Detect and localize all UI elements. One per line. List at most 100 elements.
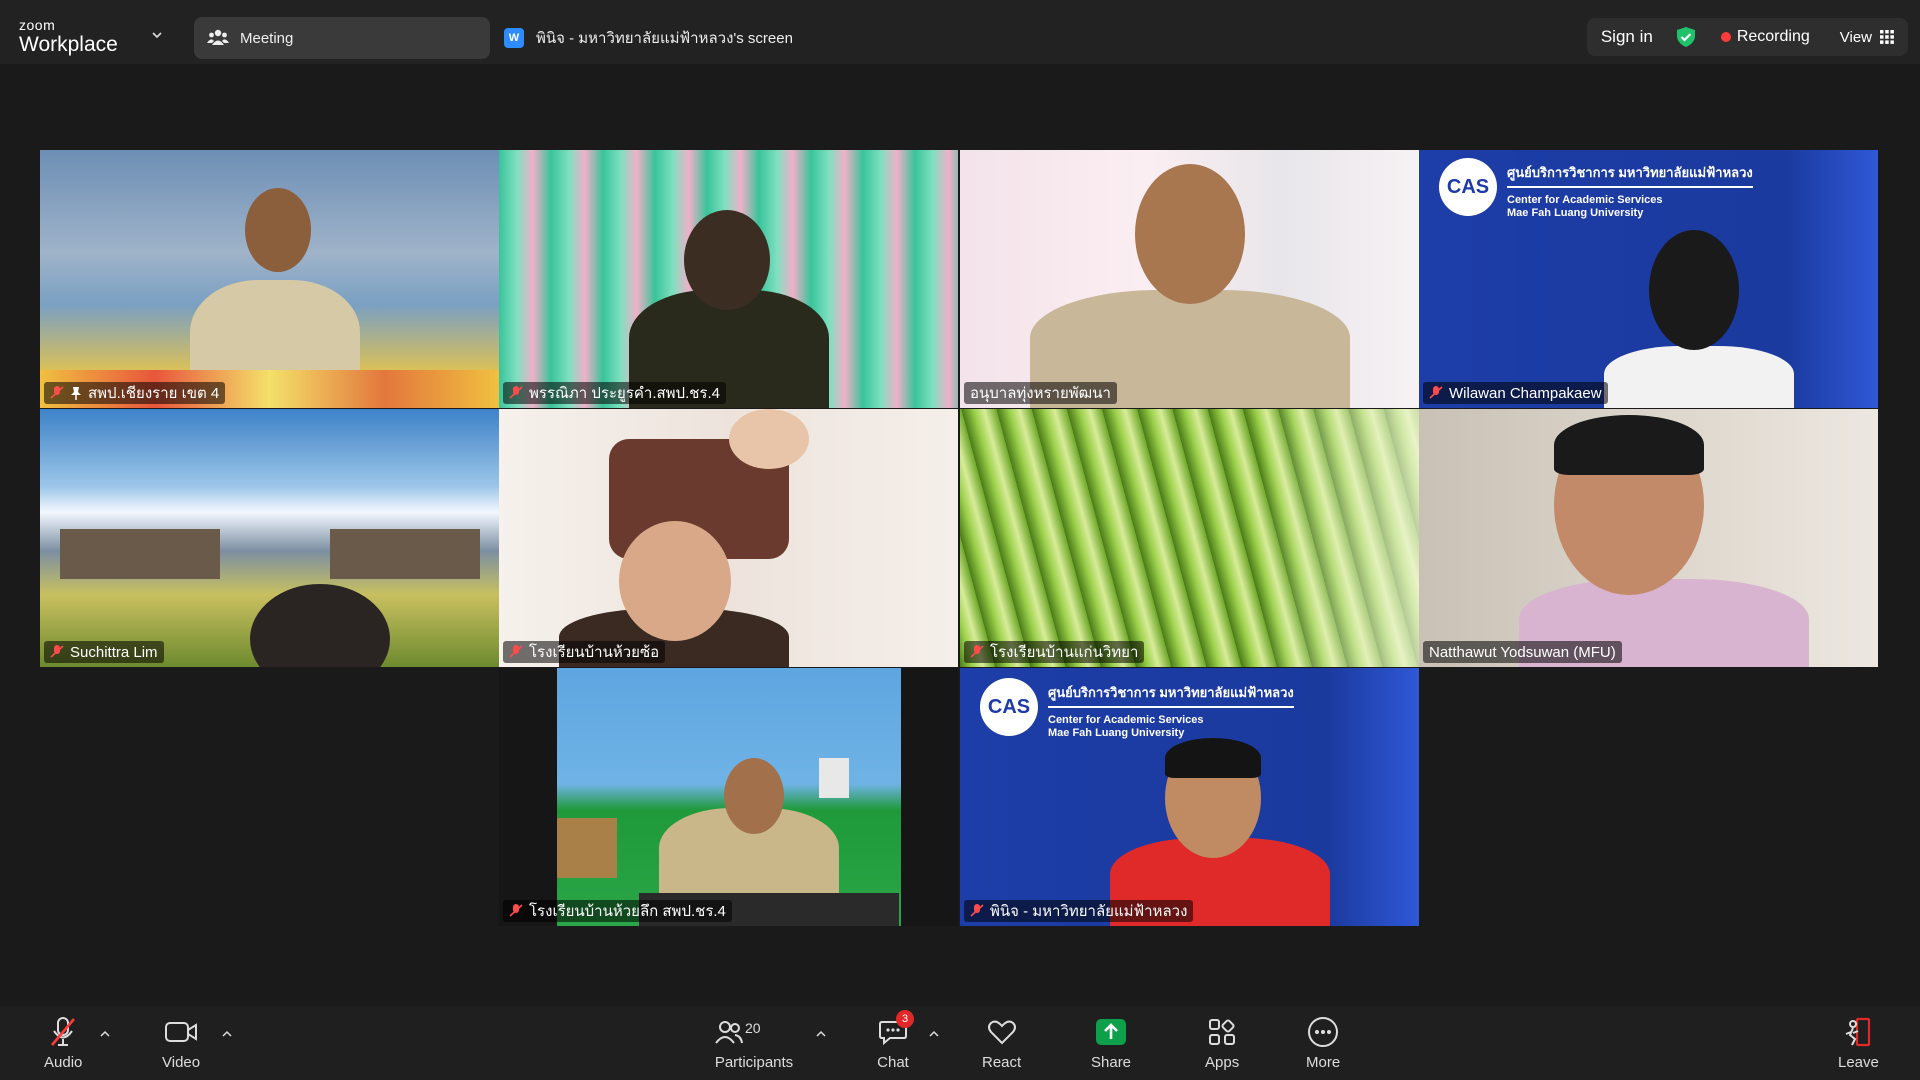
react-button[interactable]: React [982, 1016, 1021, 1071]
heart-icon [987, 1020, 1016, 1045]
participant-name: อนุบาลทุ่งหรายพัฒนา [970, 385, 1111, 402]
share-title: พินิจ - มหาวิทยาลัยแม่ฟ้าหลวง's screen [536, 30, 793, 47]
mic-muted-icon [509, 645, 523, 658]
recording-label: Recording [1736, 28, 1810, 45]
cas-logo: CAS [980, 678, 1038, 736]
top-right-controls: Sign in Recording View [1586, 18, 1908, 56]
audio-button[interactable]: Audio [44, 1016, 82, 1071]
mic-muted-icon [970, 904, 984, 917]
video-tile[interactable]: โรงเรียนบ้านห้วยลึก สพป.ชร.4 [499, 668, 958, 926]
person-head [724, 758, 784, 834]
participants-icon [715, 1021, 743, 1044]
camera-icon [165, 1022, 198, 1042]
building-right [330, 529, 480, 579]
chevron-up-icon[interactable] [929, 1030, 939, 1038]
participant-name-tag: โรงเรียนบ้านห้วยซ้อ [503, 641, 666, 663]
more-button[interactable]: More [1306, 1016, 1340, 1071]
participant-name: พินิจ - มหาวิทยาลัยแม่ฟ้าหลวง [990, 903, 1188, 920]
zoom-brand: zoom Workplace [19, 18, 118, 55]
sign-in-button[interactable]: Sign in [1601, 27, 1653, 47]
participant-name: Natthawut Yodsuwan (MFU) [1429, 643, 1616, 661]
meeting-toolbar: Audio Video 20 Participants 3 Chat React… [0, 1006, 1920, 1080]
top-bar: zoom Workplace Meeting W พินิจ - มหาวิทย… [0, 0, 1920, 64]
participant-name: โรงเรียนบ้านแก่นวิทยา [990, 644, 1139, 661]
share-button[interactable]: Share [1091, 1016, 1131, 1071]
cas-line1: Center for Academic Services [1048, 714, 1204, 726]
person-hair [1554, 415, 1704, 475]
recording-indicator[interactable]: Recording [1720, 28, 1810, 46]
mic-muted-icon [970, 645, 984, 658]
brand-small: zoom [19, 17, 56, 33]
video-button[interactable]: Video [162, 1016, 200, 1071]
mic-muted-icon [509, 904, 523, 917]
participant-name: โรงเรียนบ้านห้วยซ้อ [529, 644, 660, 661]
participant-name-tag: พรรณิภา ประยูรคำ.สพป.ชร.4 [503, 382, 726, 404]
participants-icon [207, 29, 229, 45]
shield-check-icon[interactable] [1675, 26, 1697, 48]
video-tile[interactable]: โรงเรียนบ้านแก่นวิทยา [960, 409, 1419, 667]
person-head [619, 521, 731, 641]
pin-icon [71, 387, 81, 400]
apps-label: Apps [1205, 1054, 1240, 1071]
video-label: Video [162, 1054, 201, 1071]
wall-box [819, 758, 849, 798]
chevron-up-icon[interactable] [816, 1030, 826, 1038]
view-button[interactable]: View [1840, 29, 1894, 46]
participant-name: Suchittra Lim [70, 643, 158, 661]
participant-name-tag: สพป.เชียงราย เขต 4 [44, 382, 226, 404]
share-label: Share [1091, 1054, 1132, 1071]
leave-button[interactable]: Leave [1838, 1016, 1879, 1071]
chat-button[interactable]: 3 Chat [876, 1010, 914, 1071]
more-icon [1308, 1017, 1339, 1047]
cas-line2: Mae Fah Luang University [1507, 207, 1644, 219]
more-label: More [1306, 1054, 1341, 1071]
participants-button[interactable]: 20 Participants [715, 1016, 795, 1071]
person-hair [1165, 738, 1261, 778]
participants-count: 20 [745, 1020, 761, 1036]
person-body [1604, 346, 1794, 408]
participant-name: โรงเรียนบ้านห้วยลึก สพป.ชร.4 [529, 903, 726, 920]
video-tile[interactable]: CAS ศูนย์บริการวิชาการ มหาวิทยาลัยแม่ฟ้า… [960, 668, 1419, 926]
chevron-up-icon[interactable] [100, 1030, 110, 1038]
mic-muted-icon [51, 1017, 76, 1046]
video-tile[interactable]: อนุบาลทุ่งหรายพัฒนา [960, 150, 1419, 408]
screen-share-tab[interactable]: W พินิจ - มหาวิทยาลัยแม่ฟ้าหลวง's screen [504, 26, 793, 50]
audio-label: Audio [44, 1054, 83, 1071]
chevron-up-icon[interactable] [222, 1030, 232, 1038]
apps-button[interactable]: Apps [1205, 1016, 1239, 1071]
person-head [1649, 230, 1739, 350]
video-tile[interactable]: Suchittra Lim [40, 409, 499, 667]
participants-label: Participants [714, 1054, 794, 1071]
mic-muted-icon [50, 386, 64, 399]
mic-muted-icon [50, 645, 64, 658]
view-label: View [1839, 28, 1872, 46]
apps-icon [1209, 1019, 1236, 1045]
light-glow [1260, 409, 1419, 667]
react-label: React [982, 1054, 1022, 1071]
participant-name-tag: Wilawan Champakaew [1423, 382, 1608, 404]
participant-name-tag: โรงเรียนบ้านห้วยลึก สพป.ชร.4 [503, 900, 732, 922]
video-tile[interactable]: โรงเรียนบ้านห้วยซ้อ [499, 409, 958, 667]
share-arrow-icon [1096, 1019, 1127, 1045]
grid-icon [1880, 30, 1894, 44]
meeting-label: Meeting [240, 29, 294, 47]
video-tile[interactable]: สพป.เชียงราย เขต 4 [40, 150, 499, 408]
person-head [684, 210, 770, 310]
participant-name-tag: พินิจ - มหาวิทยาลัยแม่ฟ้าหลวง [964, 900, 1194, 922]
video-tile-active-speaker[interactable]: Natthawut Yodsuwan (MFU) [1419, 409, 1878, 667]
chevron-down-icon[interactable] [152, 30, 162, 40]
word-app-icon: W [504, 28, 524, 48]
video-tile[interactable]: พรรณิภา ประยูรคำ.สพป.ชร.4 [499, 150, 958, 408]
meeting-tab[interactable]: Meeting [194, 17, 490, 59]
cas-title: ศูนย์บริการวิชาการ มหาวิทยาลัยแม่ฟ้าหลวง [1048, 682, 1294, 708]
leave-icon [1846, 1017, 1871, 1047]
cas-banner-text: ศูนย์บริการวิชาการ มหาวิทยาลัยแม่ฟ้าหลวง… [1048, 682, 1294, 740]
participant-name: พรรณิภา ประยูรคำ.สพป.ชร.4 [529, 385, 720, 402]
person-head [1135, 164, 1245, 304]
mic-muted-icon [1429, 386, 1443, 399]
cas-line1: Center for Academic Services [1507, 194, 1663, 206]
video-tile[interactable]: CAS ศูนย์บริการวิชาการ มหาวิทยาลัยแม่ฟ้า… [1419, 150, 1878, 408]
shelf [557, 818, 617, 878]
participant-name-tag: Suchittra Lim [44, 641, 164, 663]
chat-label: Chat [877, 1054, 909, 1071]
